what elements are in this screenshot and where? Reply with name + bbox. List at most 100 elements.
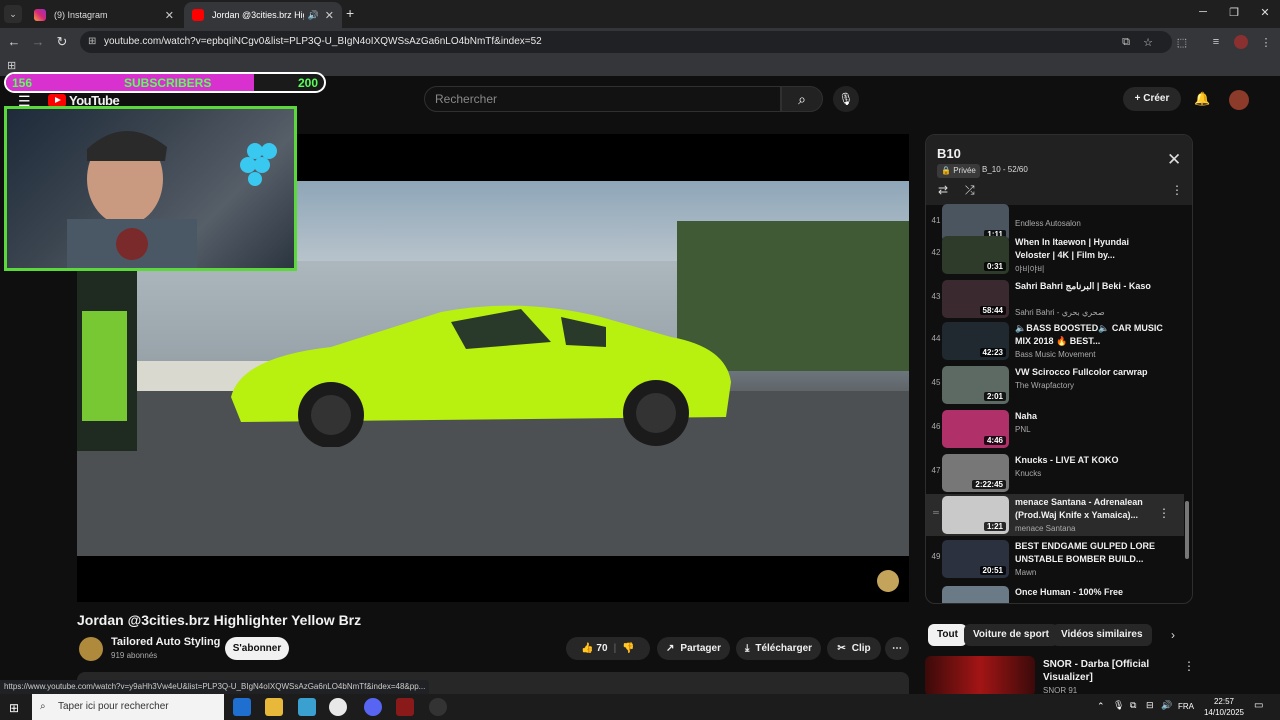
profile-avatar[interactable] [1234,35,1248,49]
media-controls-icon[interactable]: ≡ [1208,36,1224,48]
close-tab-icon[interactable]: ✕ [325,9,334,22]
tab-instagram[interactable]: (9) Instagram ✕ [26,2,182,28]
chrome-icon[interactable] [329,698,347,716]
store-icon[interactable] [298,698,316,716]
thumbs-down-icon[interactable]: 👎 [622,637,634,660]
playlist-item-thumbnail[interactable]: 42:23 [942,322,1009,360]
playlist-item-title[interactable]: Once Human - 100% Free [1015,586,1165,599]
playlist-item-thumbnail[interactable]: 2:01 [942,366,1009,404]
playlist-item-title[interactable]: Naha [1015,410,1165,423]
share-button[interactable]: ↗ Partager [657,637,730,660]
microphone-icon[interactable]: 🎙 [1113,700,1124,711]
loop-icon[interactable]: ⇄ [938,183,948,197]
menu-kebab-icon[interactable]: ⋮ [1258,36,1274,49]
taskbar-search-input[interactable]: ⌕ Taper ici pour rechercher [32,694,224,720]
close-window-icon[interactable]: ✕ [1250,6,1280,19]
search-input[interactable]: Rechercher [424,86,781,112]
site-info-icon[interactable]: ⊞ [88,31,96,53]
more-actions-icon[interactable]: ⋯ [885,637,909,660]
windows-start-icon[interactable]: ⊞ [9,701,19,715]
file-explorer-icon[interactable] [265,698,283,716]
create-button[interactable]: + Créer [1123,87,1181,111]
url-bar[interactable]: ⊞ youtube.com/watch?v=epbqIiNCgv0&list=P… [80,31,1172,53]
playlist-scrollbar[interactable] [1183,205,1191,603]
new-tab-icon[interactable]: + [346,5,354,21]
playlist-item-thumbnail[interactable] [942,586,1009,603]
playlist-item[interactable]: 46 4:46 Naha PNL [926,408,1184,450]
recommended-thumbnail[interactable] [925,656,1035,696]
playlist-item-thumbnail[interactable]: 58:44 [942,280,1009,318]
obs-icon[interactable] [429,698,447,716]
language-indicator[interactable]: FRA [1178,702,1194,711]
playlist-item-thumbnail[interactable]: 2:22:45 [942,454,1009,492]
playlist-item[interactable]: ═ 1:21 menace Santana - Adrenalean (Prod.W… [926,494,1184,536]
recommended-title[interactable]: SNOR - Darba [Official Visualizer] [1043,658,1173,684]
channel-avatar[interactable] [79,637,103,661]
playlist-item[interactable]: 44 42:23 🔈BASS BOOSTED🔈 CAR MUSIC MIX 2018… [926,320,1184,362]
channel-name[interactable]: Tailored Auto Styling [111,636,220,648]
tray-overflow-icon[interactable]: ⌃ [1097,701,1105,712]
chip-similar-videos[interactable]: Vidéos similaires [1052,624,1152,646]
like-button[interactable]: 👍 70 [581,637,607,660]
chips-next-icon[interactable]: › [1171,628,1175,642]
download-button[interactable]: ⤓ Télécharger [736,637,821,660]
playlist-item-thumbnail[interactable]: 4:46 [942,410,1009,448]
shuffle-icon[interactable]: ⤮ [965,183,975,198]
notification-center-icon[interactable]: ▭ [1254,700,1263,711]
chip-sports-car[interactable]: Voiture de sport [964,624,1058,646]
playlist-item-menu-icon[interactable]: ⋮ [1158,506,1170,520]
drag-handle-icon[interactable]: ═ [929,508,943,517]
audio-playing-icon[interactable]: 🔊 [308,10,319,21]
notifications-bell-icon[interactable]: 🔔 [1194,91,1210,107]
playlist-item-title[interactable]: BEST ENDGAME GULPED LORE UNSTABLE BOMBER… [1015,540,1165,566]
close-tab-icon[interactable]: ✕ [165,9,174,22]
maximize-icon[interactable]: ❐ [1219,6,1249,19]
playlist-item-thumbnail[interactable]: 1:21 [942,496,1009,534]
playlist-item[interactable]: 49 20:51 BEST ENDGAME GULPED LORE UNSTABLE… [926,538,1184,580]
playlist-item[interactable]: 42 0:31 When In Itaewon | Hyundai Veloster… [926,234,1184,276]
game-app-icon[interactable] [396,698,414,716]
playlist-title[interactable]: B10 [937,146,961,161]
volume-icon[interactable]: 🔊 [1161,700,1172,711]
playlist-item[interactable]: 45 2:01 VW Scirocco Fullcolor carwrap The W… [926,364,1184,406]
playlist-item[interactable]: Once Human - 100% Free [926,584,1184,603]
playlist-item-title[interactable]: 🔈BASS BOOSTED🔈 CAR MUSIC MIX 2018 🔥 BEST… [1015,322,1165,348]
back-icon[interactable]: ← [4,32,24,52]
minimize-icon[interactable]: ─ [1188,6,1218,18]
playlist-item-title[interactable]: When In Itaewon | Hyundai Veloster | 4K … [1015,236,1165,262]
voice-search-icon[interactable]: 🎙 [833,86,859,112]
playlist-item-title[interactable]: menace Santana - Adrenalean (Prod.Waj Kn… [1015,496,1165,522]
recommended-menu-icon[interactable]: ⋮ [1183,659,1195,673]
playlist-item-title[interactable]: Knucks - LIVE AT KOKO [1015,454,1165,467]
search-button[interactable]: ⌕ [781,86,823,112]
account-avatar[interactable] [1229,90,1249,110]
playlist-item-title[interactable]: Sahri Bahri البرنامج | Beki - Kaso [1015,280,1165,293]
edge-icon[interactable] [233,698,251,716]
playlist-menu-icon[interactable]: ⋮ [1171,183,1183,197]
reload-icon[interactable]: ↻ [52,32,72,52]
playlist-item[interactable]: 43 58:44 Sahri Bahri البرنامج | Beki - Kas… [926,278,1184,320]
playlist-item-channel: Bass Music Movement [1015,350,1096,359]
playlist-item[interactable]: 47 2:22:45 Knucks - LIVE AT KOKO Knucks [926,452,1184,494]
playlist-item-index: 47 [931,466,941,475]
tab-youtube[interactable]: Jordan @3cities.brz Highlig 🔊 ✕ [184,2,342,28]
forward-icon[interactable]: → [28,32,48,52]
subscribe-button[interactable]: S'abonner [225,637,289,660]
extensions-icon[interactable]: ⬚ [1174,36,1190,49]
apps-grid-icon[interactable]: ⊞ [7,59,16,72]
playlist-item-title[interactable]: VW Scirocco Fullcolor carwrap [1015,366,1165,379]
discord-icon[interactable] [364,698,382,716]
playlist-item-thumbnail[interactable]: 20:51 [942,540,1009,578]
playlist-item-thumbnail[interactable]: 0:31 [942,236,1009,274]
close-playlist-icon[interactable]: ✕ [1167,150,1181,170]
chip-all[interactable]: Tout [928,624,967,646]
channel-watermark-logo[interactable] [877,570,899,592]
bookmark-star-icon[interactable]: ☆ [1140,36,1156,49]
tab-search-button[interactable]: ⌄ [4,5,22,23]
system-clock[interactable]: 22:57 14/10/2025 [1195,696,1253,718]
monitor-icon[interactable]: ⧉ [1130,700,1136,711]
scrollbar-thumb[interactable] [1185,501,1189,559]
network-icon[interactable]: ⊟ [1146,700,1154,711]
clip-button[interactable]: ✂ Clip [827,637,881,660]
cast-icon[interactable]: ⧉ [1118,36,1134,49]
